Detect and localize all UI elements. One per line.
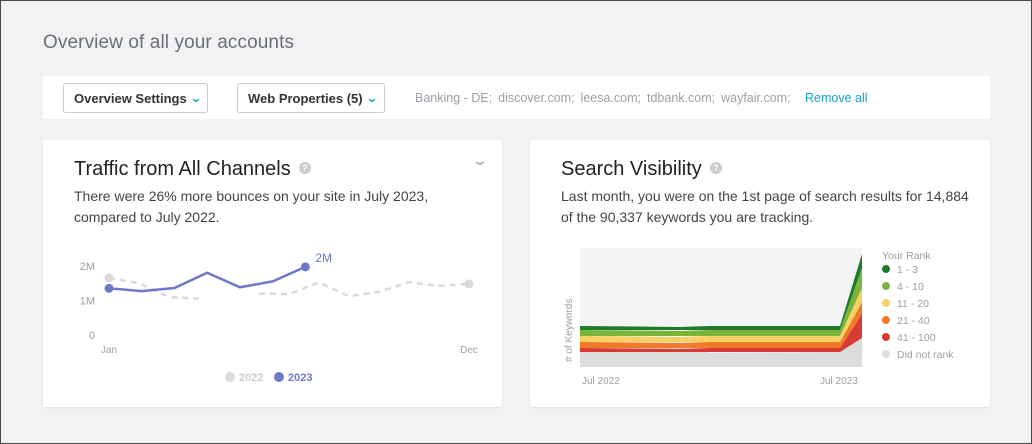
y-tick-label: 0 (89, 330, 95, 342)
legend-label: Did not rank (897, 349, 954, 361)
x-tick-label: Dec (460, 345, 478, 356)
legend-2022-label: 2022 (239, 372, 263, 384)
x-tick-label: Jan (101, 345, 117, 356)
search-visibility-area-chart: # of Keywords Jul 2022 Jul 2023 Your Rank 1 … (564, 248, 954, 387)
property-item: discover.com; (498, 91, 575, 105)
series-2023-end-point (300, 262, 310, 272)
filter-toolbar: Overview Settings ⌄ Web Properties (5) ⌄… (43, 76, 990, 119)
legend-label: 4 - 10 (897, 281, 924, 293)
property-item: tdbank.com; (647, 91, 716, 105)
chevron-down-icon: ⌄ (189, 91, 203, 105)
legend-2023-marker (274, 372, 284, 382)
web-properties-label: Web Properties (5) (248, 90, 363, 106)
property-item: Banking - DE; (415, 91, 493, 105)
series-2022-end-point (464, 279, 474, 289)
series-2023-line (108, 265, 306, 293)
property-item: wayfair.com; (721, 91, 791, 105)
data-point-label: 2M (315, 251, 332, 265)
legend-marker (882, 316, 890, 324)
legend-2022-marker (225, 372, 235, 382)
legend-marker (882, 299, 890, 307)
x-tick-label: Jul 2022 (582, 376, 620, 387)
legend-2023-label: 2023 (288, 372, 312, 384)
series-2023-start-point (104, 283, 114, 293)
x-tick-label: Jul 2023 (820, 376, 858, 387)
selected-properties-list: Banking - DE; discover.com; leesa.com; t… (415, 91, 791, 105)
property-item: leesa.com; (580, 91, 641, 105)
series-2022-start-point (104, 273, 114, 283)
overview-settings-label: Overview Settings (74, 90, 187, 106)
overview-settings-dropdown[interactable]: Overview Settings ⌄ (63, 83, 208, 113)
traffic-line-chart: 2M 1M 0 Jan Dec 2M 2022 2023 (80, 251, 478, 384)
web-properties-dropdown[interactable]: Web Properties (5) ⌄ (237, 83, 385, 113)
legend-marker (882, 282, 890, 290)
legend-label: 41 - 100 (897, 332, 936, 344)
legend-marker (882, 333, 890, 341)
page-title: Overview of all your accounts (43, 32, 295, 53)
legend-marker (882, 265, 890, 273)
y-tick-label: 2M (80, 261, 95, 273)
remove-all-link[interactable]: Remove all (805, 91, 868, 105)
traffic-card: Traffic from All Channels? ⌄ There were … (43, 140, 502, 407)
chevron-down-icon: ⌄ (365, 91, 379, 105)
legend-marker (882, 350, 890, 358)
y-axis-label: # of Keywords (564, 299, 575, 362)
series-2022-line (258, 280, 470, 298)
legend-title: Your Rank (882, 250, 931, 262)
legend-label: 1 - 3 (897, 264, 918, 276)
y-tick-label: 1M (80, 295, 95, 307)
search-visibility-card: Search Visibility? Last month, you were … (530, 140, 990, 407)
legend-label: 21 - 40 (897, 315, 930, 327)
legend-label: 11 - 20 (897, 298, 929, 310)
